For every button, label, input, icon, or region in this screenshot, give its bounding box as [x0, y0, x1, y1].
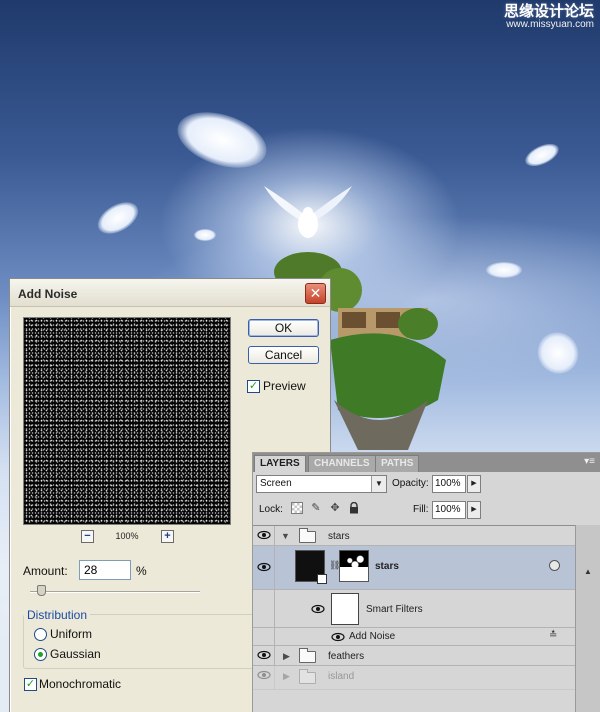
layer-row-stars-selected[interactable]: ⛓ stars — [253, 546, 575, 590]
fill-flyout-button[interactable]: ▶ — [467, 501, 481, 519]
layer-mask-thumbnail[interactable] — [339, 550, 369, 582]
collapse-triangle-icon[interactable]: ▶ — [283, 651, 290, 662]
layers-panel: LAYERS CHANNELS PATHS ▾≡ Screen ▼ Opacit… — [252, 452, 600, 712]
gaussian-radio[interactable] — [34, 648, 47, 661]
noise-preview[interactable] — [23, 317, 231, 525]
filter-name: Add Noise — [349, 631, 396, 642]
eye-icon[interactable] — [311, 600, 325, 618]
expand-triangle-icon[interactable]: ▼ — [281, 531, 290, 541]
layer-row-add-noise[interactable]: Add Noise ≛ — [253, 628, 575, 646]
close-button[interactable]: ✕ — [305, 283, 326, 304]
preview-checkbox[interactable]: ✓ — [247, 380, 260, 393]
brush-icon[interactable]: ✎ — [310, 502, 322, 514]
panel-tabbar: LAYERS CHANNELS PATHS ▾≡ — [253, 453, 600, 472]
fill-label: Fill: — [413, 504, 429, 515]
feather-image — [194, 229, 216, 241]
tab-paths[interactable]: PATHS — [375, 455, 420, 472]
distribution-legend: Distribution — [24, 608, 91, 622]
feather-image — [529, 324, 587, 382]
feather-image — [521, 139, 563, 171]
uniform-label[interactable]: Uniform — [50, 627, 92, 641]
chevron-down-icon[interactable]: ▼ — [371, 476, 386, 492]
eye-icon — [256, 530, 271, 540]
fill-input[interactable]: 100% — [432, 501, 466, 519]
layer-row-feathers-group[interactable]: ▶ feathers — [253, 646, 575, 666]
folder-icon — [299, 669, 316, 684]
dove-image — [264, 186, 352, 238]
blend-mode-select[interactable]: Screen ▼ — [256, 475, 387, 493]
layers-scrollbar[interactable]: ▲ — [575, 525, 600, 712]
visibility-toggle[interactable] — [253, 646, 275, 665]
lock-transparency-icon[interactable] — [291, 502, 303, 514]
layer-row-island-group[interactable]: ▶ island — [253, 666, 575, 690]
layer-thumbnail[interactable] — [295, 550, 327, 584]
smart-filter-mask-thumbnail[interactable] — [331, 593, 359, 625]
feather-image — [170, 102, 274, 178]
eye-icon — [256, 562, 271, 572]
layer-row-smart-filters[interactable]: Smart Filters — [253, 590, 575, 628]
folder-icon — [299, 648, 316, 663]
ok-button[interactable]: OK — [248, 319, 319, 337]
visibility-spacer — [253, 590, 275, 627]
zoom-level: 100% — [115, 531, 139, 541]
watermark-url: www.missyuan.com — [506, 18, 594, 30]
layer-name: feathers — [328, 651, 365, 662]
folder-icon — [299, 528, 316, 543]
blend-mode-value: Screen — [260, 478, 292, 489]
tab-channels[interactable]: CHANNELS — [308, 455, 376, 472]
feather-image — [92, 195, 144, 241]
scroll-up-arrow-icon[interactable]: ▲ — [584, 567, 592, 576]
smart-filter-indicator-icon — [549, 560, 560, 571]
monochromatic-label[interactable]: Monochromatic — [39, 677, 121, 691]
visibility-toggle[interactable] — [253, 526, 275, 545]
lock-label: Lock: — [259, 504, 283, 515]
layer-list: ▼ stars ⛓ stars Smart Filters Add Noise … — [253, 525, 575, 712]
padlock-icon[interactable] — [348, 501, 360, 514]
opacity-flyout-button[interactable]: ▶ — [467, 475, 481, 493]
gaussian-label[interactable]: Gaussian — [50, 647, 101, 661]
zoom-out-button[interactable]: − — [81, 530, 94, 543]
amount-label: Amount: — [23, 564, 68, 578]
amount-unit: % — [136, 564, 147, 578]
dialog-title: Add Noise — [18, 287, 78, 301]
watermark: 思缘设计论坛 www.missyuan.com — [504, 4, 594, 30]
tab-layers[interactable]: LAYERS — [254, 455, 306, 472]
feather-image — [486, 262, 522, 278]
eye-icon — [256, 670, 271, 680]
panel-menu-icon[interactable]: ▾≡ — [584, 456, 595, 467]
cancel-button[interactable]: Cancel — [248, 346, 319, 364]
dialog-titlebar[interactable]: Add Noise ✕ — [10, 279, 330, 307]
opacity-label: Opacity: — [392, 478, 429, 489]
visibility-spacer — [253, 628, 275, 645]
visibility-toggle[interactable] — [253, 666, 275, 689]
amount-slider-thumb[interactable] — [37, 585, 47, 596]
smart-filters-label: Smart Filters — [366, 604, 423, 615]
move-icon[interactable]: ✥ — [329, 502, 341, 514]
amount-slider-track[interactable] — [30, 591, 200, 593]
layer-name: stars — [375, 561, 399, 572]
eye-icon — [256, 650, 271, 660]
monochromatic-checkbox[interactable]: ✓ — [24, 678, 37, 691]
preview-label: Preview — [263, 379, 306, 393]
layer-row-stars-group[interactable]: ▼ stars — [253, 526, 575, 546]
opacity-input[interactable]: 100% — [432, 475, 466, 493]
filter-blending-options-icon[interactable]: ≛ — [549, 630, 557, 641]
smart-object-badge-icon — [317, 574, 327, 584]
zoom-in-button[interactable]: + — [161, 530, 174, 543]
watermark-title: 思缘设计论坛 — [503, 3, 594, 20]
visibility-toggle[interactable] — [253, 546, 275, 589]
amount-input[interactable] — [79, 560, 131, 580]
close-icon: ✕ — [309, 285, 322, 301]
uniform-radio[interactable] — [34, 628, 47, 641]
layer-name: stars — [328, 531, 350, 542]
collapse-triangle-icon[interactable]: ▶ — [283, 671, 290, 682]
layer-name: island — [328, 671, 355, 682]
eye-icon[interactable] — [331, 628, 345, 646]
